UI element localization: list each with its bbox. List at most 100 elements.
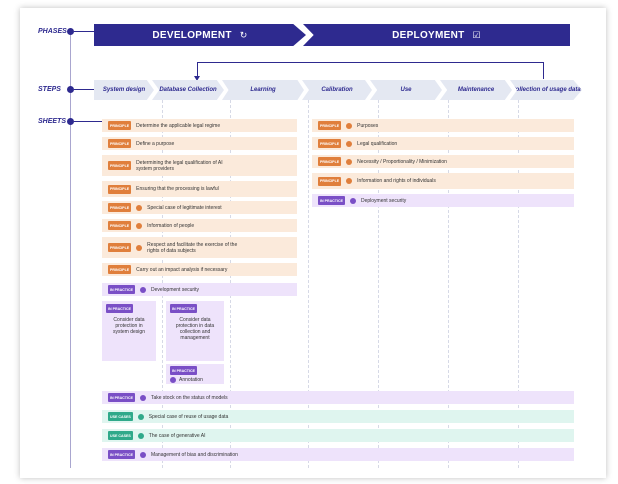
sheet-title: Determining the legal qualification of A…	[136, 159, 223, 172]
principle-badge: PRINCIPLE	[108, 139, 132, 148]
canvas: PHASES STEPS SHEETS DEVELOPMENT ↻ DEPLOY…	[0, 0, 618, 484]
sub-marker-icon	[349, 197, 356, 204]
sub-marker-icon	[139, 451, 146, 458]
sub-marker-icon	[139, 394, 146, 401]
sheet-title: Information and rights of individuals	[357, 178, 436, 184]
sub-marker-icon	[346, 158, 353, 165]
check-box-icon: ☑	[472, 29, 481, 40]
use-cases-badge: USE CASES	[108, 431, 133, 440]
sheet-title: Ensuring that the processing is lawful	[136, 186, 219, 192]
sheet-title: Determine the applicable legal regime	[136, 122, 221, 129]
principle-badge: PRINCIPLE	[318, 121, 342, 130]
sheet-title: The case of generative AI	[148, 432, 206, 439]
sheet-card[interactable]: PRINCIPLE Define a purpose	[102, 137, 297, 150]
sheet-card[interactable]: PRINCIPLE Information of people	[102, 219, 297, 232]
sheet-card[interactable]: PRINCIPLE Information and rights of indi…	[312, 173, 574, 189]
practice-column-title: Annotation	[179, 377, 203, 383]
phase-deployment-label: DEPLOYMENT	[392, 29, 465, 41]
sub-marker-icon	[137, 432, 144, 439]
timeline-line	[70, 30, 71, 468]
sub-marker-icon	[136, 244, 143, 251]
phases-dot	[67, 28, 74, 35]
principle-badge: PRINCIPLE	[318, 176, 342, 186]
row-label-steps: STEPS	[38, 86, 61, 93]
in-practice-badge: IN PRACTICE	[170, 366, 197, 375]
sub-marker-icon	[346, 122, 353, 129]
sheet-title: Necessity / Proportionality / Minimizati…	[357, 158, 447, 165]
practice-column-card[interactable]: IN PRACTICE Consider data protection in …	[166, 301, 224, 361]
sheet-title: Development security	[150, 286, 200, 293]
step-system-design: System design	[94, 80, 154, 100]
sub-marker-icon	[136, 222, 143, 229]
refresh-icon: ↻	[239, 29, 248, 40]
principle-badge: PRINCIPLE	[318, 139, 342, 148]
sheet-card[interactable]: IN PRACTICE Development security	[102, 283, 297, 296]
sheet-card[interactable]: PRINCIPLE Special case of legitimate int…	[102, 201, 297, 214]
sheet-card[interactable]: USE CASES Special case of reuse of usage…	[102, 410, 574, 423]
row-label-sheets: SHEETS	[38, 118, 67, 125]
steps-dot	[67, 86, 74, 93]
step-maintenance: Maintenance	[440, 80, 512, 100]
principle-badge: PRINCIPLE	[108, 121, 132, 130]
in-practice-badge: IN PRACTICE	[108, 393, 135, 402]
feedback-loop-line	[197, 62, 544, 79]
steps-connector	[74, 89, 94, 90]
principle-badge: PRINCIPLE	[318, 157, 342, 166]
sheet-card[interactable]: USE CASES The case of generative AI	[102, 429, 574, 442]
sheets-connector	[74, 121, 104, 122]
practice-column-title: Consider data protection in data collect…	[175, 317, 215, 341]
sheet-card[interactable]: IN PRACTICE Take stock on the status of …	[102, 391, 574, 404]
step-database-collection: Database Collection	[152, 80, 224, 100]
principle-badge: PRINCIPLE	[108, 243, 132, 252]
use-cases-badge: USE CASES	[108, 412, 133, 421]
sheet-card[interactable]: PRINCIPLE Respect and facilitate the exe…	[102, 237, 297, 258]
sheet-title: Define a purpose	[136, 140, 175, 147]
step-learning: Learning	[222, 80, 304, 100]
principle-badge: PRINCIPLE	[108, 265, 132, 274]
step-collection-of-usage-data: Collection of usage data	[510, 80, 582, 100]
principle-badge: PRINCIPLE	[108, 221, 132, 230]
sheet-card[interactable]: PRINCIPLE Determine the applicable legal…	[102, 119, 297, 132]
sub-marker-icon	[346, 178, 353, 184]
sheets-dot	[67, 118, 74, 125]
sheet-card[interactable]: PRINCIPLE Carry out an impact analysis i…	[102, 263, 297, 276]
phase-development-label: DEVELOPMENT	[152, 29, 232, 41]
row-label-phases: PHASES	[38, 28, 67, 35]
sheet-title: Special case of legitimate interest	[147, 204, 222, 211]
phases-connector	[74, 31, 94, 32]
sheet-card[interactable]: PRINCIPLE Ensuring that the processing i…	[102, 181, 297, 197]
in-practice-badge: IN PRACTICE	[108, 285, 135, 294]
sub-marker-icon	[139, 286, 146, 293]
sheet-title: Information of people	[147, 222, 195, 229]
phase-development: DEVELOPMENT ↻	[94, 24, 306, 46]
sheet-card[interactable]: PRINCIPLE Necessity / Proportionality / …	[312, 155, 574, 168]
sheet-title: Purposes	[357, 122, 379, 129]
practice-column-card[interactable]: IN PRACTICE Consider data protection in …	[102, 301, 156, 361]
sub-marker-icon	[137, 413, 144, 420]
sheet-title: Deployment security	[360, 197, 407, 204]
in-practice-badge: IN PRACTICE	[170, 304, 197, 313]
practice-column-title: Consider data protection in system desig…	[113, 317, 145, 335]
sheet-card[interactable]: PRINCIPLE Purposes	[312, 119, 574, 132]
phase-deployment: DEPLOYMENT ☑	[303, 24, 570, 46]
sub-marker-icon	[346, 140, 353, 147]
step-use: Use	[370, 80, 442, 100]
sheet-title: Legal qualification	[357, 140, 398, 147]
principle-badge: PRINCIPLE	[108, 161, 132, 170]
step-calibration: Calibration	[302, 80, 372, 100]
sub-marker-icon	[170, 377, 176, 383]
practice-column-card[interactable]: IN PRACTICE Annotation	[166, 364, 224, 384]
sheet-title: Take stock on the status of models	[150, 394, 228, 401]
in-practice-badge: IN PRACTICE	[318, 196, 345, 205]
sheet-title: Management of bias and discrimination	[150, 451, 238, 458]
sheet-card[interactable]: IN PRACTICE Management of bias and discr…	[102, 448, 574, 461]
sub-marker-icon	[136, 204, 143, 211]
in-practice-badge: IN PRACTICE	[108, 450, 135, 459]
principle-badge: PRINCIPLE	[108, 184, 132, 194]
sheet-title: Special case of reuse of usage data	[148, 413, 229, 420]
sheet-card[interactable]: PRINCIPLE Determining the legal qualific…	[102, 155, 297, 176]
sheet-card[interactable]: IN PRACTICE Deployment security	[312, 194, 574, 207]
sheet-title: Carry out an impact analysis if necessar…	[136, 266, 228, 273]
principle-badge: PRINCIPLE	[108, 203, 132, 212]
sheet-card[interactable]: PRINCIPLE Legal qualification	[312, 137, 574, 150]
